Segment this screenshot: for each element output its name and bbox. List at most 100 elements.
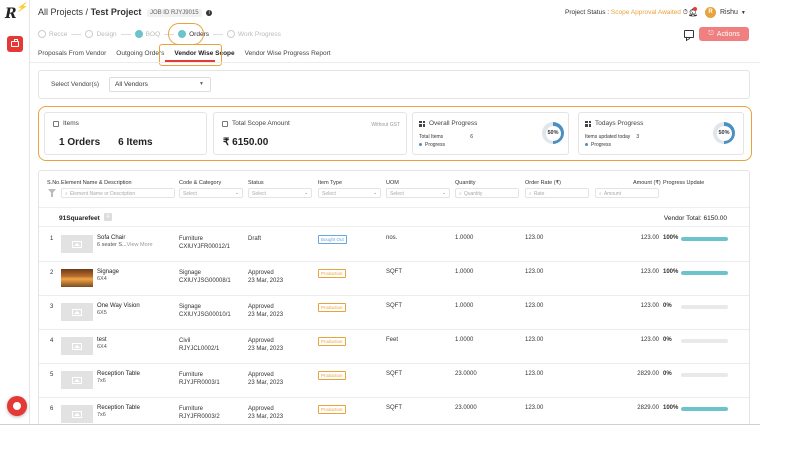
tab-proposals-from-vendor[interactable]: Proposals From Vendor bbox=[38, 50, 106, 57]
project-status: Project Status : Scope Approval Awaited … bbox=[565, 9, 696, 17]
grid-icon bbox=[419, 120, 425, 127]
table-row[interactable]: 6 Reception Table 7x6 Furniture RJYJFR0003/2… bbox=[39, 398, 749, 424]
step-design[interactable]: Design bbox=[85, 30, 117, 38]
item-quantity: 1.0000 bbox=[455, 235, 474, 241]
item-desc-text: 7x6 bbox=[97, 378, 106, 384]
overall-progress-donut: 50% bbox=[542, 122, 564, 144]
item-category: Furniture bbox=[179, 372, 204, 378]
project-status-value: Scope Approval Awaited bbox=[610, 9, 681, 16]
status-text: Approved bbox=[248, 270, 274, 276]
bolt-logo-icon: ⚡ bbox=[16, 3, 28, 13]
item-code-category: Civil RJYJCL0002/1 bbox=[179, 337, 219, 353]
step-work-progress[interactable]: Work Progress bbox=[227, 30, 281, 38]
progress-bar[interactable] bbox=[681, 339, 728, 343]
info-icon[interactable]: i bbox=[206, 9, 213, 16]
vendor-group-name: 91Squarefeet bbox=[59, 215, 100, 222]
code-filter-placeholder: Select bbox=[183, 190, 197, 197]
vendor-group-badge: 4 bbox=[104, 213, 112, 221]
today-legend: Progress bbox=[591, 142, 612, 148]
table-row[interactable]: 2 Signage 6X4 Signage CXIUYJSG00008/1 Approve… bbox=[39, 262, 749, 296]
rate-filter-input[interactable]: ⌕ Rate bbox=[525, 188, 589, 198]
progress-bar-fill bbox=[681, 407, 728, 411]
item-rate: 123.00 bbox=[525, 371, 544, 377]
status-filter-select[interactable]: Select ⌄ bbox=[248, 188, 312, 198]
chevron-down-icon: ⌄ bbox=[442, 190, 446, 195]
job-id-badge: JOB ID RJYJ9015 bbox=[146, 8, 202, 17]
step-boq[interactable]: BOQ bbox=[134, 30, 160, 38]
progress-bar[interactable] bbox=[681, 373, 728, 377]
progress-bar[interactable] bbox=[681, 305, 728, 309]
view-more-link[interactable]: View More bbox=[127, 242, 153, 248]
vendor-group-row[interactable]: 91Squarefeet 4 Vendor Total: 6150.00 bbox=[39, 207, 749, 227]
app-logo[interactable]: R ⚡ bbox=[5, 3, 27, 22]
chat-fab-button[interactable] bbox=[7, 396, 27, 416]
item-quantity: 1.0000 bbox=[455, 269, 474, 275]
vendor-total: Vendor Total: 6150.00 bbox=[663, 215, 727, 222]
item-thumbnail[interactable] bbox=[61, 405, 93, 423]
amount-filter-input[interactable]: ⌕ Amount bbox=[595, 188, 659, 198]
item-amount: 123.00 bbox=[640, 303, 659, 309]
quantity-filter-input[interactable]: ⌕ Quantity bbox=[455, 188, 519, 198]
stepper-connector bbox=[213, 33, 223, 35]
orders-count: 1 Orders bbox=[59, 137, 101, 148]
tab-vendor-wise-progress-report[interactable]: Vendor Wise Progress Report bbox=[245, 50, 331, 57]
table-row[interactable]: 5 Reception Table 7x6 Furniture RJYJFR0003/1… bbox=[39, 364, 749, 398]
table-row[interactable]: 4 test 6X4 Civil RJYJCL0002/1 Approved 23 Mar,… bbox=[39, 330, 749, 364]
col-progress: Progress Update bbox=[663, 180, 705, 186]
uom-filter-select[interactable]: Select ⌄ bbox=[386, 188, 450, 198]
today-items-value: 3 bbox=[636, 134, 640, 140]
status-text: Approved bbox=[248, 304, 274, 310]
step-label: Design bbox=[96, 30, 117, 38]
code-filter-select[interactable]: Select ⌄ bbox=[179, 188, 243, 198]
overall-items-label: Total Items bbox=[419, 134, 444, 140]
briefcase-nav-button[interactable] bbox=[7, 36, 23, 52]
tab-outgoing-orders[interactable]: Outgoing Orders bbox=[116, 50, 164, 57]
vendor-select[interactable]: All Vendors ▼ bbox=[109, 77, 211, 92]
progress-percent: 0% bbox=[663, 337, 672, 343]
vendor-filter-panel: Select Vendor(s) All Vendors ▼ bbox=[38, 70, 750, 99]
step-label: Work Progress bbox=[238, 30, 281, 38]
item-name: Reception Table bbox=[97, 371, 140, 377]
progress-percent: 100% bbox=[663, 235, 679, 241]
col-uom: UOM bbox=[386, 180, 399, 186]
table-row[interactable]: 3 One Way Vision 6X5 Signage CXIUYJSG00010/1… bbox=[39, 296, 749, 330]
progress-bar[interactable] bbox=[681, 407, 728, 411]
item-thumbnail[interactable] bbox=[61, 235, 93, 253]
overall-legend: Progress bbox=[425, 142, 446, 148]
item-category: Furniture bbox=[179, 236, 204, 242]
item-type-badge: Production bbox=[318, 371, 346, 380]
actions-button[interactable]: ⎋ Actions bbox=[699, 27, 749, 41]
item-thumbnail[interactable] bbox=[61, 303, 93, 321]
filter-icon[interactable] bbox=[48, 189, 56, 197]
user-menu[interactable]: Rishu ▼ bbox=[720, 9, 746, 16]
item-desc: 6 seater S...View More bbox=[97, 242, 153, 248]
breadcrumb-all-projects[interactable]: All Projects bbox=[38, 7, 83, 17]
avatar[interactable]: R bbox=[705, 7, 716, 18]
overall-progress-title: Overall Progress bbox=[429, 120, 478, 127]
item-quantity: 1.0000 bbox=[455, 337, 474, 343]
progress-percent: 0% bbox=[663, 371, 672, 377]
status-filter-placeholder: Select bbox=[252, 190, 266, 197]
col-amount: Amount (₹) bbox=[633, 180, 661, 186]
progress-bar[interactable] bbox=[681, 271, 728, 275]
item-type-badge: Bought Out bbox=[318, 235, 347, 244]
step-recce[interactable]: Recce bbox=[38, 30, 67, 38]
progress-bar[interactable] bbox=[681, 237, 728, 241]
item-code: CXIUYJSG00008/1 bbox=[179, 278, 231, 284]
item-status: Approved 23 Mar, 2023 bbox=[248, 303, 283, 319]
col-item-type: Item Type bbox=[318, 180, 343, 186]
item-type-filter-select[interactable]: Select ⌄ bbox=[318, 188, 381, 198]
item-thumbnail[interactable] bbox=[61, 337, 93, 355]
progress-percent: 100% bbox=[663, 269, 679, 275]
item-thumbnail[interactable] bbox=[61, 269, 93, 287]
search-icon: ⌕ bbox=[459, 190, 462, 197]
item-thumbnail[interactable] bbox=[61, 371, 93, 389]
item-desc-text: 6X4 bbox=[97, 276, 107, 282]
item-rate: 123.00 bbox=[525, 337, 544, 343]
job-id-value: RJYJ9015 bbox=[170, 9, 199, 16]
item-type-badge: Production bbox=[318, 405, 346, 414]
element-filter-input[interactable]: ⌕ Element Name or Description bbox=[61, 188, 175, 198]
tabs-divider bbox=[30, 62, 760, 63]
chat-icon[interactable] bbox=[684, 30, 694, 38]
table-row[interactable]: 1 Sofa Chair 6 seater S...View More Furnitu… bbox=[39, 228, 749, 262]
